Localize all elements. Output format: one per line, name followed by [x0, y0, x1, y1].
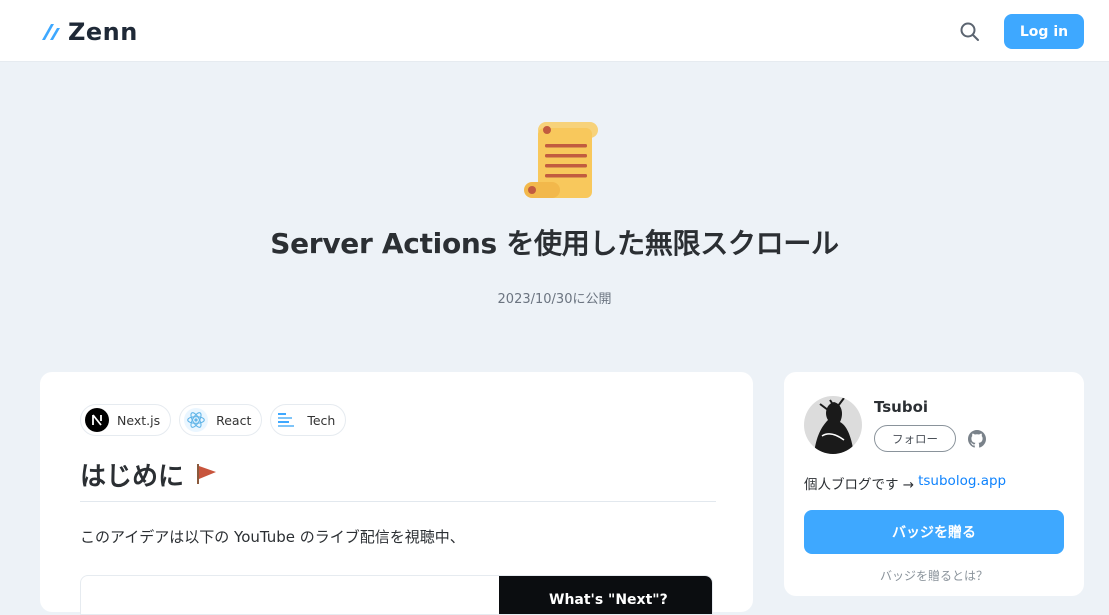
send-badge-button[interactable]: バッジを贈る [804, 510, 1064, 554]
author-name[interactable]: Tsuboi [874, 398, 928, 416]
bio-link[interactable]: tsubolog.app [918, 473, 1006, 493]
section-heading: はじめに [80, 456, 716, 502]
topic-label: Tech [307, 412, 336, 428]
video-thumbnail[interactable]: What's "Next"? [499, 576, 712, 614]
zenn-logo-icon [42, 24, 60, 40]
avatar[interactable] [804, 396, 862, 454]
tech-icon [275, 408, 300, 432]
login-button[interactable]: Log in [1004, 14, 1084, 49]
topic-react[interactable]: React [179, 404, 263, 436]
follow-button[interactable]: フォロー [874, 425, 956, 452]
author-card: Tsuboi フォロー 個人ブログです → tsubolog.app バッジを贈… [784, 372, 1084, 596]
bio-text: 個人ブログです → [804, 477, 915, 493]
nextjs-icon [85, 408, 109, 432]
react-icon [184, 408, 209, 432]
topic-label: React [216, 412, 252, 428]
intro-paragraph: このアイデアは以下の YouTube のライブ配信を視聴中、 [80, 528, 465, 546]
topic-tech[interactable]: Tech [270, 404, 347, 436]
topic-list: Next.js React Tech [80, 404, 347, 436]
article-title: Server Actions を使用した無限スクロール [270, 227, 839, 260]
flag-icon [197, 464, 217, 484]
github-icon[interactable] [966, 428, 988, 450]
top-header: Zenn Log in [0, 0, 1109, 62]
zenn-logo[interactable]: Zenn [40, 18, 138, 46]
topic-nextjs[interactable]: Next.js [80, 404, 172, 436]
thumbnail-text: What's "Next"? [549, 592, 668, 608]
scroll-icon [520, 118, 604, 202]
heading-text: はじめに [80, 462, 185, 492]
search-icon[interactable] [958, 20, 982, 44]
logo-text: Zenn [68, 18, 138, 46]
youtube-embed[interactable]: What's "Next"? [80, 575, 713, 615]
topic-label: Next.js [117, 412, 161, 428]
author-bio: 個人ブログです → tsubolog.app [804, 473, 1006, 493]
published-date: 2023/10/30に公開 [497, 292, 612, 307]
article-body-card: Next.js React Tech はじめに このアイデアは以下の YouTu… [40, 372, 753, 615]
badge-help-link[interactable]: バッジを贈るとは？ [784, 567, 1084, 584]
